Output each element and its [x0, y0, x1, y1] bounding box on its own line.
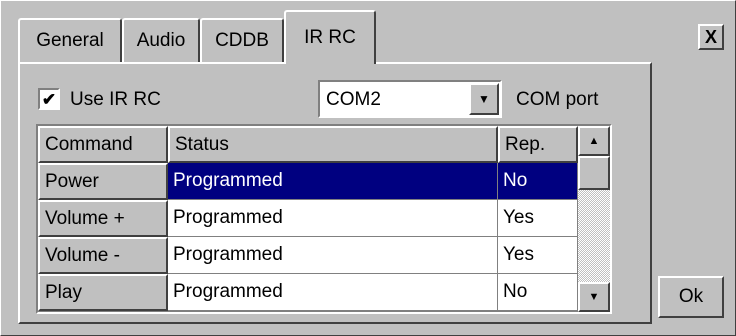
- dropdown-arrow-icon[interactable]: ▼: [469, 83, 499, 115]
- ok-button-label: Ok: [678, 286, 704, 307]
- tab-audio-label: Audio: [136, 30, 186, 51]
- checkmark-icon: ✔: [41, 89, 57, 109]
- use-ir-rc-checkbox[interactable]: ✔: [38, 88, 60, 110]
- use-ir-rc-label[interactable]: Use IR RC: [70, 89, 161, 111]
- close-button[interactable]: X: [698, 24, 724, 50]
- row-command[interactable]: Power: [38, 163, 168, 200]
- row-command[interactable]: Volume +: [38, 200, 168, 237]
- close-icon: X: [704, 26, 717, 47]
- row-status[interactable]: Programmed: [168, 274, 498, 311]
- tab-audio[interactable]: Audio: [122, 18, 200, 62]
- tab-ir-rc[interactable]: IR RC: [284, 10, 376, 64]
- row-status[interactable]: Programmed: [168, 237, 498, 274]
- vertical-scrollbar[interactable]: ▲ ▼: [578, 126, 610, 312]
- row-rep[interactable]: Yes: [498, 237, 578, 274]
- row-rep[interactable]: No: [498, 274, 578, 311]
- scroll-thumb[interactable]: [578, 156, 610, 190]
- row-status[interactable]: Programmed: [168, 200, 498, 237]
- com-port-select[interactable]: COM2 ▼: [318, 80, 502, 118]
- tab-ir-rc-label: IR RC: [304, 27, 356, 48]
- tab-general-label: General: [36, 30, 104, 51]
- tab-cddb-label: CDDB: [215, 30, 269, 51]
- scroll-up-icon[interactable]: ▲: [578, 126, 610, 156]
- tab-cddb[interactable]: CDDB: [200, 18, 284, 62]
- column-header-status[interactable]: Status: [168, 126, 498, 163]
- tab-general[interactable]: General: [18, 18, 122, 62]
- com-port-label: COM port: [516, 89, 599, 110]
- row-command[interactable]: Play: [38, 274, 168, 311]
- ok-button[interactable]: Ok: [658, 276, 724, 318]
- scroll-down-icon[interactable]: ▼: [578, 282, 610, 312]
- ir-command-table: Command Status Rep. Power Programmed No …: [36, 124, 612, 314]
- row-command[interactable]: Volume -: [38, 237, 168, 274]
- row-rep[interactable]: No: [498, 163, 578, 200]
- column-header-rep[interactable]: Rep.: [498, 126, 578, 163]
- row-status[interactable]: Programmed: [168, 163, 498, 200]
- row-rep[interactable]: Yes: [498, 200, 578, 237]
- column-header-command[interactable]: Command: [38, 126, 168, 163]
- com-port-value: COM2: [326, 89, 381, 110]
